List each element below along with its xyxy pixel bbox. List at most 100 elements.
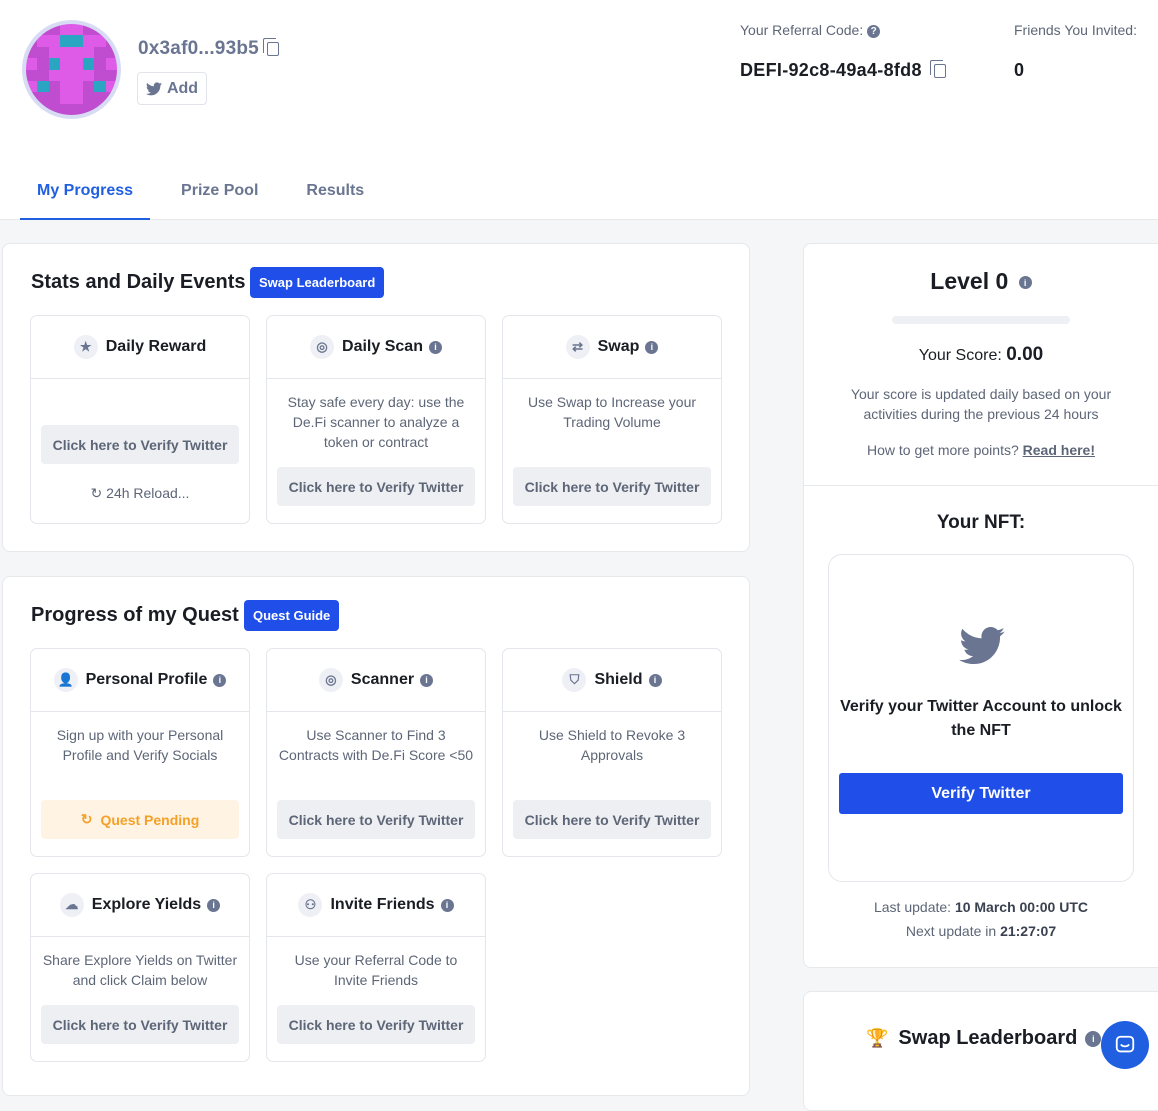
verify-twitter-button[interactable]: Click here to Verify Twitter: [277, 800, 475, 839]
avatar-pixel: [105, 46, 117, 59]
tile-description: Use Swap to Increase your Trading Volume: [527, 394, 697, 430]
referral-code-text: DEFI-92c8-49a4-8fd8: [740, 60, 922, 80]
verify-twitter-button[interactable]: Click here to Verify Twitter: [513, 467, 711, 506]
copy-icon[interactable]: [262, 37, 279, 56]
avatar-pixel: [71, 92, 83, 104]
avatar-pixel: [105, 35, 117, 47]
score: Your Score: 0.00: [804, 344, 1158, 366]
avatar-pixel: [82, 69, 95, 81]
avatar-pixel: [60, 46, 72, 59]
avatar-pixel: [37, 24, 49, 36]
scan-icon: ◎: [310, 335, 335, 359]
tile-title: Scanner: [350, 671, 415, 688]
info-icon[interactable]: i: [440, 898, 454, 912]
friends-count: 0: [1014, 60, 1025, 80]
avatar: [22, 20, 121, 119]
profile-header: 0x3af0...93b5 Add Your Referral Code:? D…: [0, 0, 1158, 220]
quest-pending-button[interactable]: ↻ Quest Pending: [41, 800, 239, 839]
quest-guide-button[interactable]: Quest Guide: [244, 600, 340, 631]
avatar-pixel: [94, 92, 106, 104]
avatar-pixel: [82, 46, 95, 59]
tab-my-progress[interactable]: My Progress: [20, 166, 151, 220]
tab-prize-pool[interactable]: Prize Pool: [164, 166, 275, 220]
avatar-pixel: [60, 103, 72, 115]
tile-title: Daily Reward: [105, 338, 207, 355]
add-label: Add: [166, 79, 199, 97]
info-icon[interactable]: i: [1085, 1030, 1102, 1047]
pending-icon: ↻: [80, 811, 93, 827]
verify-twitter-button[interactable]: Click here to Verify Twitter: [277, 1005, 475, 1044]
avatar-pixel: [94, 24, 106, 36]
leaderboard-title-text: Swap Leaderboard: [898, 1027, 1078, 1049]
tile-title: Daily Scan: [342, 338, 423, 355]
avatar-pixel: [71, 46, 83, 59]
add-twitter-button[interactable]: Add: [137, 72, 207, 105]
tile-scanner: ◎ Scanner i Use Scanner to Find 3 Contract…: [266, 648, 486, 857]
avatar-pixel: [37, 92, 49, 104]
avatar-pixel: [60, 35, 72, 47]
tile-description: Sign up with your Personal Profile and V…: [56, 727, 224, 763]
verify-twitter-button[interactable]: Click here to Verify Twitter: [277, 467, 475, 506]
howto-text: How to get more points?: [867, 442, 1019, 458]
swap-leaderboard-button[interactable]: Swap Leaderboard: [250, 267, 385, 298]
last-update-value: 10 March 00:00 UTC: [954, 899, 1088, 915]
verify-twitter-button[interactable]: Click here to Verify Twitter: [41, 425, 239, 464]
score-label: Your Score:: [918, 347, 1002, 364]
read-here-link[interactable]: Read here!: [1023, 442, 1095, 458]
user-icon: 👤: [53, 668, 78, 692]
avatar-pixel: [71, 35, 83, 47]
friends-label: Friends You Invited:: [1014, 22, 1137, 38]
last-update-label: Last update:: [873, 899, 952, 915]
avatar-pixel: [26, 103, 38, 115]
info-icon[interactable]: i: [648, 673, 662, 687]
avatar-pixel: [48, 35, 61, 47]
avatar-pixel: [26, 24, 38, 36]
tile-title: Invite Friends: [330, 896, 435, 913]
tile-title: Shield: [594, 671, 643, 688]
help-icon[interactable]: ?: [867, 24, 881, 38]
avatar-pixel: [82, 58, 95, 70]
tile-description: Use your Referral Code to Invite Friends: [294, 952, 458, 988]
avatar-pixel: [105, 24, 117, 36]
avatar-pixel: [26, 58, 38, 70]
scan-icon: ◎: [318, 668, 343, 692]
tile-invite-friends: ⚇ Invite Friends i Use your Referral Code …: [266, 873, 486, 1062]
howto: How to get more points? Read here!: [804, 442, 1158, 458]
info-icon[interactable]: i: [1018, 276, 1032, 290]
info-icon[interactable]: i: [645, 340, 659, 354]
avatar-pixel: [26, 69, 38, 81]
avatar-pixel: [48, 80, 61, 93]
avatar-pixel: [60, 69, 72, 81]
score-note: Your score is updated daily based on you…: [850, 386, 1112, 422]
avatar-pixel: [94, 35, 106, 47]
avatar-pixel: [48, 24, 61, 36]
avatar-pixel: [82, 92, 95, 104]
leaderboard-title: 🏆 Swap Leaderboard i: [866, 1027, 1102, 1050]
chat-button[interactable]: [1101, 1021, 1149, 1069]
tab-results[interactable]: Results: [289, 166, 381, 220]
copy-code-icon[interactable]: [929, 60, 946, 79]
next-update: Next update in 21:27:07: [804, 923, 1158, 939]
avatar-pixel: [82, 103, 95, 115]
verify-twitter-button[interactable]: Verify Twitter: [839, 773, 1123, 814]
avatar-pixel: [26, 35, 38, 47]
avatar-pixel: [94, 58, 106, 70]
verify-twitter-button[interactable]: Click here to Verify Twitter: [41, 1005, 239, 1044]
tile-title: Personal Profile: [85, 671, 208, 688]
info-icon[interactable]: i: [213, 673, 227, 687]
avatar-pixel: [60, 92, 72, 104]
twitter-icon: [145, 81, 162, 95]
swap-arrows-icon: ⇄: [565, 335, 590, 359]
verify-twitter-button[interactable]: Click here to Verify Twitter: [513, 800, 711, 839]
avatar-pixel: [94, 80, 106, 93]
cloud-icon: ☁: [59, 893, 84, 917]
reload-icon: ↻: [90, 485, 107, 501]
info-icon[interactable]: i: [428, 340, 442, 354]
network-icon: ⚇: [298, 893, 323, 917]
avatar-pixel: [48, 58, 61, 70]
info-icon[interactable]: i: [420, 673, 434, 687]
reload-status: ↻ 24h Reload...: [31, 485, 249, 502]
avatar-pixel: [48, 103, 61, 115]
info-icon[interactable]: i: [207, 898, 221, 912]
avatar-pixel: [26, 92, 38, 104]
